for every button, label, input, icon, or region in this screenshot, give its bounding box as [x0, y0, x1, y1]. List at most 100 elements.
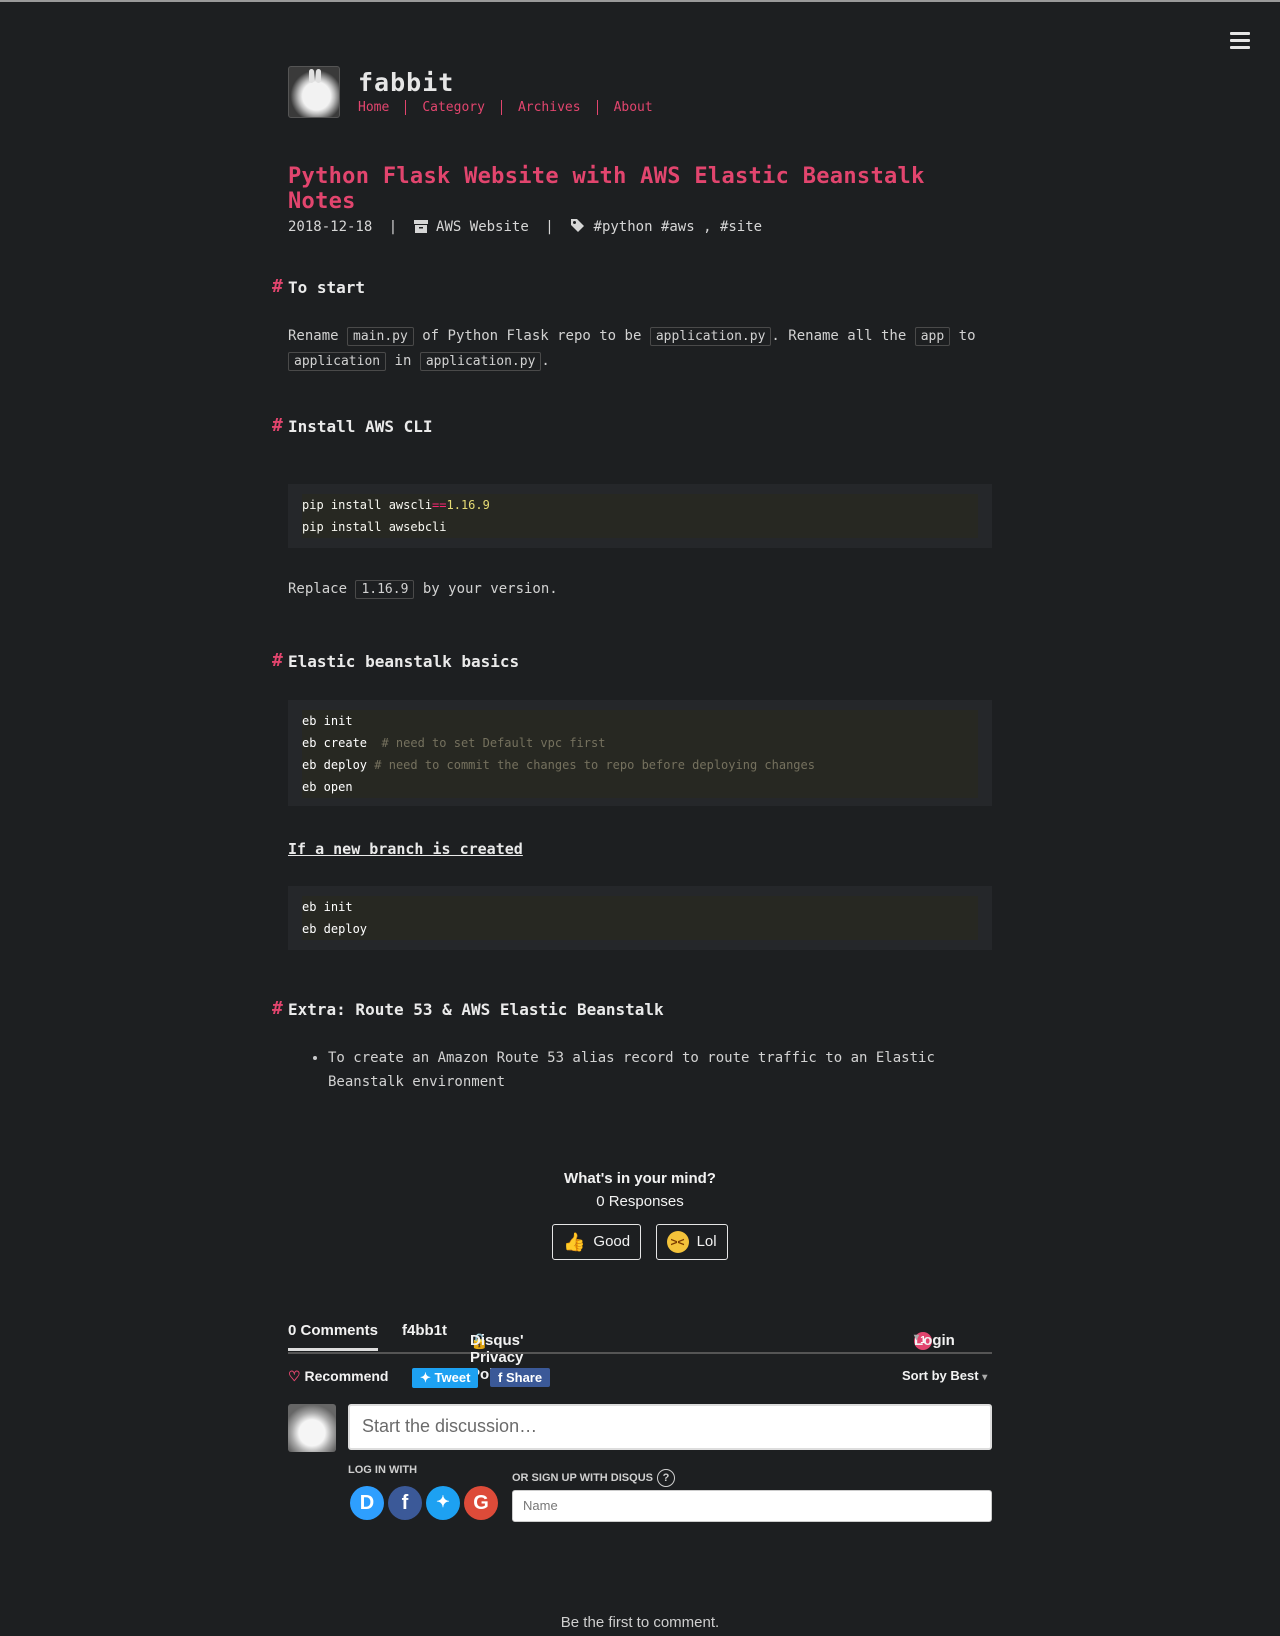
tab-site[interactable]: f4bb1t	[402, 1322, 447, 1339]
sort-dropdown[interactable]: Sort by Best ▾	[902, 1368, 987, 1383]
text: of Python Flask repo to be	[422, 328, 642, 344]
code-operator: ==	[432, 498, 447, 512]
inline-code: app	[914, 327, 951, 346]
disqus-actions: ♡ Recommend ✦ Tweet f Share Sort by Best…	[288, 1354, 992, 1396]
code-inner: eb init eb deploy	[302, 896, 978, 940]
reaction-label: Lol	[696, 1232, 717, 1250]
text: to	[958, 328, 976, 344]
code-number: 1.16.9	[446, 498, 490, 512]
reaction-lol-button[interactable]: >< Lol	[655, 1224, 728, 1260]
recommend-label: Recommend	[304, 1368, 389, 1384]
rabbit-ear-icon	[316, 69, 321, 83]
anchor-hash-icon[interactable]: #	[272, 998, 283, 1019]
help-question-icon[interactable]: ?	[656, 1469, 675, 1487]
code-comment: # need to set Default vpc first	[381, 736, 606, 750]
tweet-button[interactable]: ✦ Tweet	[412, 1368, 479, 1388]
nav-category[interactable]: Category	[422, 100, 502, 115]
tag-icon	[570, 218, 585, 237]
link-text: To create an Amazon Route 53 alias recor…	[328, 1050, 935, 1066]
anchor-hash-icon[interactable]: #	[272, 276, 283, 297]
google-login-icon[interactable]: G	[464, 1486, 498, 1520]
code-line: pip install awsebcli	[302, 520, 447, 534]
reaction-good-button[interactable]: 👍 Good	[552, 1224, 642, 1260]
meta-separator: |	[388, 219, 398, 235]
code-text[interactable]: eb init eb create # need to set Default …	[302, 710, 978, 798]
recommend-button[interactable]: ♡ Recommend	[288, 1368, 388, 1385]
anchor-hash-icon[interactable]: #	[272, 650, 283, 671]
nav-about[interactable]: About	[614, 100, 669, 115]
reactions-widget: What's in your mind? 0 Responses 👍 Good >…	[288, 1170, 992, 1260]
text: .	[541, 353, 550, 369]
share-label: Share	[505, 1370, 543, 1385]
chevron-down-icon: ▾	[982, 1372, 988, 1383]
disqus-login-icon[interactable]: D	[350, 1486, 384, 1520]
inline-code: application.py	[649, 327, 772, 346]
chevron-down-icon: ▾	[914, 1332, 920, 1343]
name-field[interactable]: Name	[512, 1490, 992, 1522]
user-avatar	[288, 1404, 336, 1452]
twitter-login-icon[interactable]: ✦	[426, 1486, 460, 1520]
text: in	[394, 353, 412, 369]
text: Replace	[288, 581, 348, 597]
post-title: Python Flask Website with AWS Elastic Be…	[288, 164, 925, 214]
code-line: eb create	[302, 736, 368, 750]
comment-input[interactable]: Start the discussion…	[348, 1404, 992, 1450]
link-list: To create an Amazon Route 53 alias recor…	[288, 1046, 992, 1094]
site-avatar[interactable]	[288, 66, 340, 118]
thumbs-up-icon: 👍	[563, 1232, 586, 1252]
login-with-label: LOG IN WITH	[348, 1464, 418, 1476]
heart-icon: ♡	[288, 1368, 301, 1384]
code-line: eb init	[302, 900, 353, 914]
nav-archives[interactable]: Archives	[518, 100, 598, 115]
subheading-new-branch: If a new branch is created	[288, 840, 523, 858]
heading-install-aws-cli: # Install AWS CLI	[272, 415, 433, 436]
rabbit-ear-icon	[309, 69, 314, 83]
nav-home[interactable]: Home	[358, 100, 407, 115]
link-text: Beanstalk environment	[328, 1074, 506, 1090]
reactions-question: What's in your mind?	[564, 1170, 716, 1187]
code-line: pip install awscli	[302, 498, 433, 512]
reaction-label: Good	[593, 1232, 631, 1250]
sort-label: Sort by Best	[902, 1368, 979, 1383]
paragraph-rename: Rename main.py of Python Flask repo to b…	[288, 324, 992, 374]
route53-alias-link[interactable]: To create an Amazon Route 53 alias recor…	[328, 1050, 935, 1090]
facebook-icon: f	[498, 1370, 503, 1385]
code-inner: pip install awscli==1.16.9 pip install a…	[302, 494, 978, 538]
site-title[interactable]: fabbit	[358, 68, 454, 97]
site-header: fabbit Home Category Archives About	[288, 66, 992, 120]
code-comment: # need to commit the changes to repo bef…	[374, 758, 815, 772]
heading-eb-basics: # Elastic beanstalk basics	[272, 650, 520, 671]
post-date: 2018-12-18	[288, 219, 373, 235]
code-line: eb open	[302, 780, 353, 794]
code-inner: eb init eb create # need to set Default …	[302, 710, 978, 798]
text: by your version.	[422, 581, 558, 597]
text: . Rename all the	[771, 328, 907, 344]
reactions-count: 0 Responses	[596, 1193, 684, 1210]
facebook-login-icon[interactable]: f	[388, 1486, 422, 1520]
signup-label: OR SIGN UP WITH DISQUS?	[512, 1469, 675, 1487]
code-text[interactable]: pip install awscli==1.16.9 pip install a…	[302, 494, 978, 538]
disqus-comments: 0 Comments f4bb1t 🔒Disqus' Privacy Polic…	[288, 1312, 992, 1631]
code-text[interactable]: eb init eb deploy	[302, 896, 978, 940]
inline-code: 1.16.9	[355, 580, 415, 599]
inline-code: application	[288, 352, 387, 371]
heading-text: Extra: Route 53 & AWS Elastic Beanstalk	[288, 1000, 664, 1019]
empty-comments-message: Be the first to comment.	[560, 1614, 720, 1631]
code-block-new-branch: eb init eb deploy	[288, 886, 992, 950]
tab-comments[interactable]: 0 Comments	[288, 1322, 379, 1351]
anchor-hash-icon[interactable]: #	[272, 415, 283, 436]
post-category[interactable]: AWS Website	[436, 219, 529, 235]
hamburger-menu-icon[interactable]	[1230, 32, 1250, 50]
heading-text: Elastic beanstalk basics	[288, 652, 520, 671]
code-line: eb init	[302, 714, 353, 728]
signup-text: OR SIGN UP WITH DISQUS	[512, 1471, 653, 1484]
heading-extra-route53: # Extra: Route 53 & AWS Elastic Beanstalk	[272, 998, 664, 1019]
list-item: To create an Amazon Route 53 alias recor…	[328, 1046, 992, 1094]
inline-code: main.py	[347, 327, 414, 346]
share-button[interactable]: f Share	[490, 1368, 551, 1387]
post-meta: 2018-12-18 | AWS Website | #python #aws …	[288, 218, 762, 237]
twitter-bird-icon: ✦	[420, 1370, 431, 1385]
laughing-face-icon: ><	[666, 1231, 689, 1253]
post-tags[interactable]: #python #aws , #site	[594, 219, 763, 235]
code-block-eb-basics: eb init eb create # need to set Default …	[288, 700, 992, 806]
